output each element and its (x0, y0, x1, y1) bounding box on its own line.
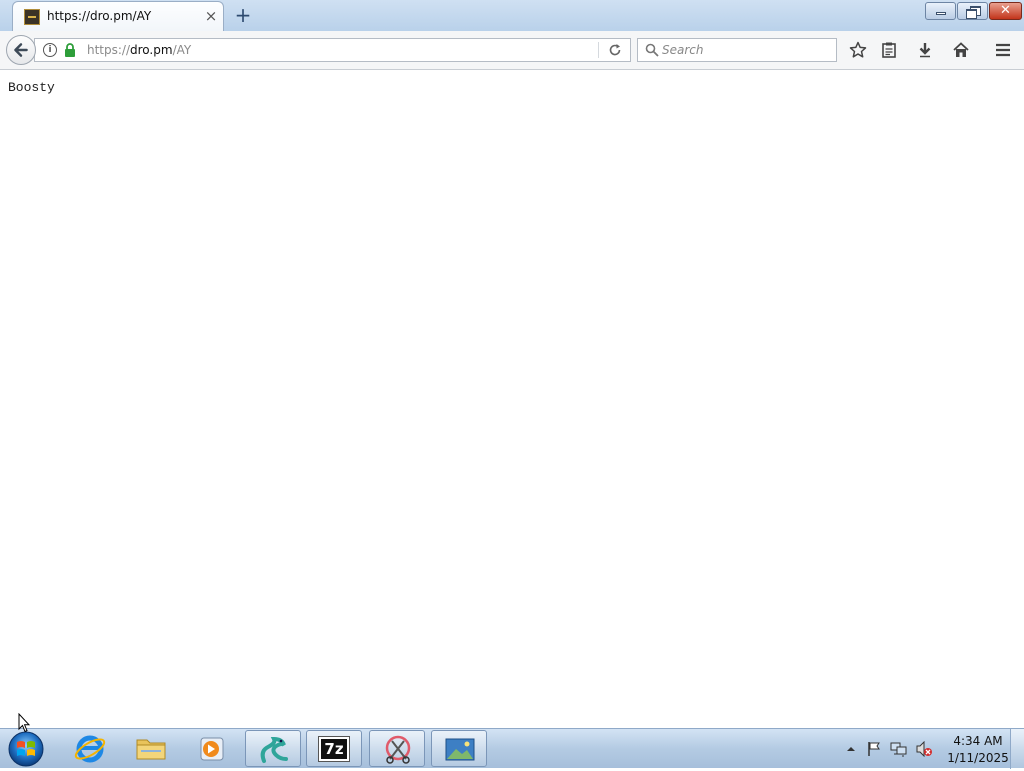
url-path: /AY (172, 43, 192, 57)
system-tray: 4:34 AM 1/11/2025 (842, 729, 1024, 769)
taskbar-app-image-viewer[interactable] (431, 730, 487, 767)
page-text: Boosty (8, 80, 55, 95)
maximize-button[interactable] (957, 2, 988, 20)
reload-icon[interactable] (607, 42, 623, 58)
start-button[interactable] (6, 730, 46, 768)
snipping-tool-icon (385, 735, 411, 764)
navigation-toolbar: i https://dro.pm/AY (0, 31, 1024, 70)
info-icon[interactable]: i (43, 43, 57, 57)
site-favicon-icon (24, 9, 40, 25)
taskbar-app-snake[interactable] (245, 730, 301, 767)
media-player-icon (200, 737, 224, 761)
7zip-icon: 7z (318, 736, 350, 762)
back-button[interactable] (6, 35, 36, 65)
downloads-icon[interactable] (916, 41, 934, 59)
show-desktop-button[interactable] (1010, 729, 1024, 769)
network-icon[interactable] (890, 741, 908, 757)
url-separator (598, 42, 599, 58)
search-input[interactable] (662, 41, 830, 59)
show-hidden-icons-icon[interactable] (846, 744, 856, 754)
home-icon[interactable] (952, 41, 970, 59)
close-icon: ✕ (1000, 3, 1011, 18)
minimize-button[interactable] (925, 2, 956, 20)
volume-muted-icon[interactable] (915, 741, 933, 757)
url-bar[interactable]: i https://dro.pm/AY (34, 38, 631, 62)
mouse-cursor-icon (18, 713, 30, 733)
reading-list-icon[interactable] (880, 41, 898, 59)
url-host: dro.pm (130, 43, 173, 57)
url-text[interactable]: https://dro.pm/AY (87, 43, 191, 57)
taskbar-app-internet-explorer[interactable] (62, 730, 118, 767)
search-bar[interactable] (637, 38, 837, 62)
back-arrow-icon (14, 43, 28, 57)
close-window-button[interactable]: ✕ (989, 2, 1022, 20)
image-viewer-icon (445, 738, 475, 761)
new-tab-button[interactable]: + (232, 4, 254, 26)
browser-titlebar: https://dro.pm/AY × + ✕ (0, 0, 1024, 31)
lock-icon[interactable] (64, 43, 76, 57)
clock-date[interactable]: 1/11/2025 (942, 751, 1014, 765)
tab-close-icon[interactable]: × (203, 7, 219, 25)
page-content: Boosty (0, 70, 1024, 728)
tab-title: https://dro.pm/AY (47, 9, 152, 23)
7zip-label: 7z (324, 740, 344, 758)
bookmark-star-icon[interactable] (849, 41, 867, 59)
taskbar-app-media-player[interactable] (184, 730, 240, 767)
taskbar: 7z 4:34 AM 1/11/2025 (0, 728, 1024, 769)
clock-time[interactable]: 4:34 AM (942, 734, 1014, 748)
snake-app-icon (260, 736, 288, 763)
file-explorer-icon (136, 739, 166, 760)
menu-icon[interactable] (994, 41, 1012, 59)
browser-tab[interactable]: https://dro.pm/AY × (12, 1, 224, 31)
taskbar-app-snipping-tool[interactable] (369, 730, 425, 767)
search-icon (645, 43, 659, 57)
url-scheme: https:// (87, 43, 131, 57)
taskbar-app-7zip[interactable]: 7z (306, 730, 362, 767)
taskbar-app-file-explorer[interactable] (123, 730, 179, 767)
action-center-flag-icon[interactable] (866, 741, 882, 757)
internet-explorer-icon (74, 735, 106, 763)
